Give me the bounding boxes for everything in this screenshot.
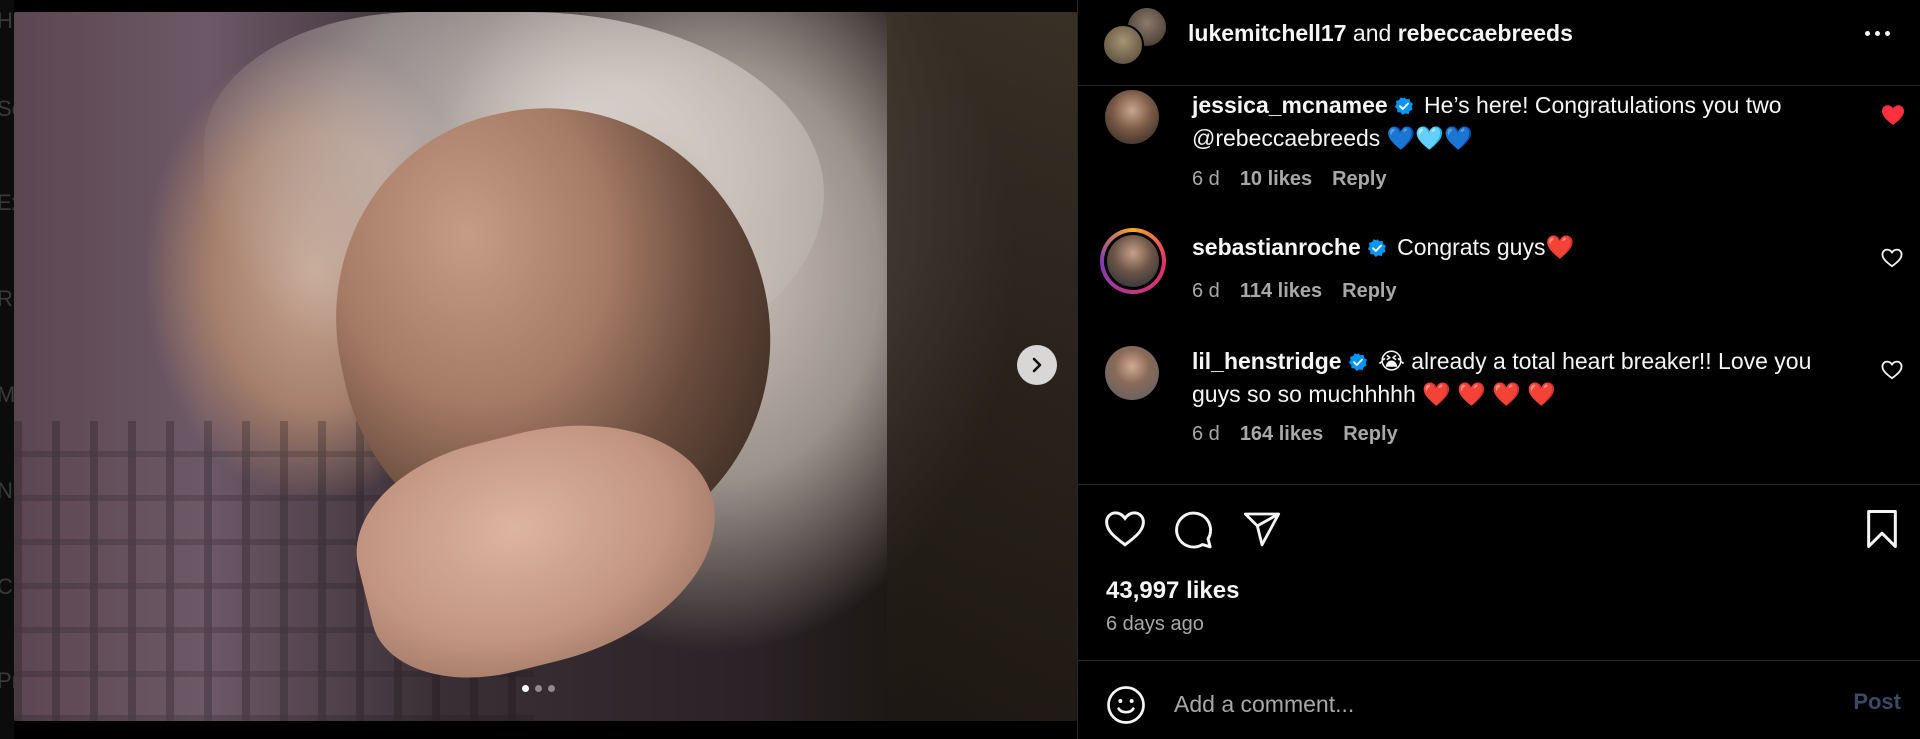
- verified-badge-icon: [1348, 349, 1368, 379]
- avatar-story-ring[interactable]: [1100, 228, 1166, 294]
- avatar[interactable]: [1105, 90, 1159, 144]
- paper-plane-icon: [1243, 512, 1281, 547]
- background-text: Cr: [0, 574, 14, 599]
- avatar: [1107, 235, 1159, 287]
- next-slide-button[interactable]: [1017, 345, 1057, 385]
- comment-bubble-icon: [1175, 511, 1213, 549]
- red-heart-emoji: ❤️: [1492, 381, 1521, 407]
- reply-button[interactable]: Reply: [1342, 280, 1396, 303]
- comment-button[interactable]: [1172, 509, 1216, 553]
- comment-meta: 6 d 114 likes Reply: [1192, 280, 1397, 303]
- comment-like-button[interactable]: [1881, 104, 1907, 128]
- more-horizontal-icon: [1864, 30, 1870, 36]
- red-heart-emoji: ❤️: [1527, 381, 1556, 407]
- author-username-link[interactable]: lukemitchell17: [1188, 20, 1347, 46]
- comment-time: 6 d: [1192, 423, 1220, 445]
- red-heart-emoji: ❤️: [1545, 234, 1575, 260]
- comment-text: lil_henstridge 😭 already a total heart b…: [1192, 346, 1862, 409]
- emoji-picker-button[interactable]: [1106, 685, 1146, 725]
- post-authors: lukemitchell17 and rebeccaebreeds: [1188, 20, 1573, 47]
- verified-badge-icon: [1367, 235, 1387, 265]
- carousel-dot-active: [522, 685, 529, 692]
- likes-count[interactable]: 43,997 likes: [1106, 577, 1239, 605]
- background-text: No: [0, 478, 14, 503]
- background-text: Ex: [0, 190, 14, 215]
- comment-message: Congrats guys: [1397, 234, 1546, 260]
- background-text: Se: [0, 96, 14, 121]
- comment-message: He’s here! Congratulations you two: [1424, 92, 1782, 118]
- crying-face-emoji: 😭: [1377, 348, 1405, 374]
- save-button[interactable]: [1864, 509, 1908, 553]
- post-side-panel: lukemitchell17 and rebeccaebreeds jessic…: [1077, 0, 1920, 739]
- heart-icon: [1881, 248, 1903, 268]
- collab-avatars[interactable]: [1102, 6, 1168, 66]
- heart-icon: [1881, 360, 1903, 380]
- more-horizontal-icon-dot: [1884, 30, 1890, 36]
- author-username-link[interactable]: rebeccaebreeds: [1398, 20, 1573, 46]
- heart-icon: [1105, 511, 1145, 547]
- comment-like-button[interactable]: [1881, 360, 1907, 384]
- carousel-dot: [548, 685, 555, 692]
- more-options-button[interactable]: [1857, 18, 1897, 48]
- comment-meta: 6 d 10 likes Reply: [1192, 168, 1387, 191]
- carousel-dot: [535, 685, 542, 692]
- avatar: [1102, 24, 1144, 66]
- comment-username[interactable]: sebastianroche: [1192, 234, 1361, 260]
- comment-like-button[interactable]: [1881, 248, 1907, 272]
- post-actions: 43,997 likes 6 days ago: [1078, 484, 1920, 664]
- comment-message: already a total heart breaker!! Love you: [1411, 348, 1812, 374]
- red-heart-emoji: ❤️: [1422, 381, 1451, 407]
- add-comment-bar: Post: [1078, 660, 1920, 739]
- avatar[interactable]: [1105, 346, 1159, 400]
- verified-badge-icon: [1394, 93, 1414, 123]
- carousel-indicator: [522, 685, 555, 692]
- heart-filled-icon: [1882, 105, 1904, 125]
- post-header: lukemitchell17 and rebeccaebreeds: [1078, 0, 1920, 86]
- bookmark-icon: [1867, 510, 1897, 548]
- comment-username[interactable]: jessica_mcnamee: [1192, 92, 1388, 118]
- comment-username[interactable]: lil_henstridge: [1192, 348, 1342, 374]
- light-blue-heart-emoji: 🩵: [1415, 125, 1444, 151]
- share-button[interactable]: [1242, 509, 1286, 553]
- background-page-strip: He Se Ex Re M No Cr Pr: [0, 0, 14, 739]
- comment-time: 6 d: [1192, 280, 1220, 302]
- post-comment-button[interactable]: Post: [1853, 689, 1901, 715]
- comment-meta: 6 d 164 likes Reply: [1192, 423, 1398, 446]
- background-text: He: [0, 8, 14, 33]
- comment-likes-count[interactable]: 10 likes: [1240, 168, 1312, 191]
- blue-heart-emoji: 💙: [1443, 125, 1473, 151]
- comment-time: 6 d: [1192, 168, 1220, 190]
- background-text: M: [0, 382, 14, 407]
- comment-input[interactable]: [1174, 681, 1774, 727]
- red-heart-emoji: ❤️: [1457, 381, 1486, 407]
- comment-text: sebastianroche Congrats guys❤️: [1192, 232, 1862, 265]
- reply-button[interactable]: Reply: [1343, 423, 1397, 446]
- blue-heart-emoji: 💙: [1386, 125, 1416, 151]
- comment-likes-count[interactable]: 114 likes: [1240, 280, 1322, 303]
- reply-button[interactable]: Reply: [1332, 168, 1386, 191]
- like-button[interactable]: [1104, 509, 1148, 553]
- post-photo[interactable]: [14, 12, 1077, 721]
- background-text: Re: [0, 286, 14, 311]
- chevron-right-icon: [1032, 357, 1042, 373]
- more-horizontal-icon-dot: [1874, 30, 1880, 36]
- author-joiner: and: [1352, 20, 1392, 46]
- comment-likes-count[interactable]: 164 likes: [1240, 423, 1323, 446]
- background-text: Pr: [0, 668, 14, 693]
- post-timestamp[interactable]: 6 days ago: [1106, 613, 1204, 636]
- comment-mention[interactable]: @rebeccaebreeds: [1192, 125, 1380, 151]
- comment-text: jessica_mcnamee He’s here! Congratulatio…: [1192, 90, 1862, 153]
- comment-message-cont: guys so so muchhhhh: [1192, 381, 1416, 407]
- smiley-icon: [1107, 686, 1145, 724]
